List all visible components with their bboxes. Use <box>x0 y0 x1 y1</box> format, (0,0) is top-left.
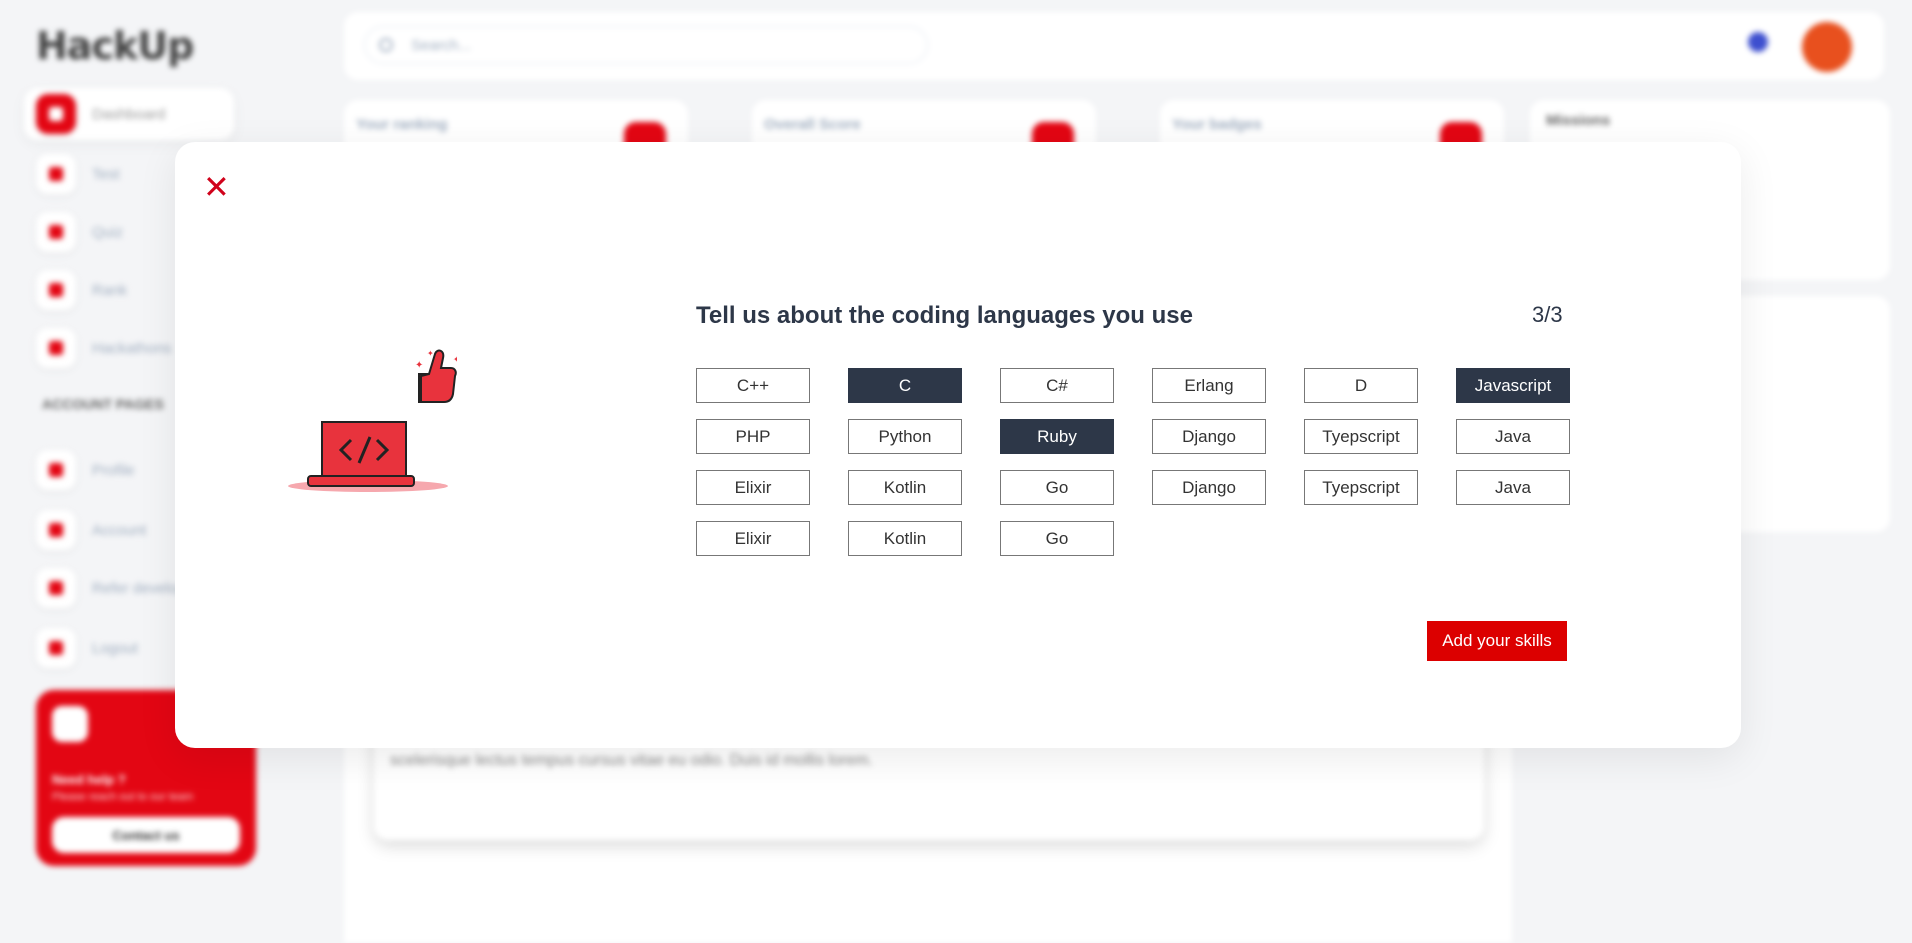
help-title: Need help ? <box>52 772 126 787</box>
language-option[interactable]: Kotlin <box>848 470 962 505</box>
notification-icon[interactable] <box>1748 32 1768 52</box>
svg-text:✦: ✦ <box>453 355 457 364</box>
sidebar-item-label: Profile <box>92 461 135 479</box>
language-option[interactable]: C <box>848 368 962 403</box>
svg-text:✦: ✦ <box>427 349 434 358</box>
user-icon <box>36 450 76 490</box>
language-option[interactable]: Python <box>848 419 962 454</box>
step-indicator: 3/3 <box>1532 302 1563 327</box>
sidebar-item-label: Hackathons <box>92 339 172 357</box>
app-logo: HackUp <box>36 24 194 68</box>
home-icon <box>36 94 76 134</box>
help-subtitle: Please reach out to our team <box>52 791 194 803</box>
language-option[interactable]: Go <box>1000 521 1114 556</box>
language-option[interactable]: D <box>1304 368 1418 403</box>
top-bar: Search... <box>344 12 1884 80</box>
missions-title: Missions <box>1546 112 1611 129</box>
language-option[interactable]: Javascript <box>1456 368 1570 403</box>
language-option[interactable]: Elixir <box>696 470 810 505</box>
sidebar-item-label: Account <box>92 521 147 539</box>
language-option[interactable]: Tyepscript <box>1304 470 1418 505</box>
close-icon[interactable]: ✕ <box>203 171 233 203</box>
search-icon <box>379 38 393 52</box>
language-option[interactable]: Elixir <box>696 521 810 556</box>
add-your-skills-button[interactable]: Add your skills <box>1427 621 1567 661</box>
document-icon <box>36 510 76 550</box>
laptop-code-thumbs-up-illustration: ✦ ✦ ✦ <box>288 349 457 492</box>
modal-title: Tell us about the coding languages you u… <box>696 302 1193 329</box>
user-plus-icon <box>36 568 76 608</box>
puzzle-icon <box>36 212 76 252</box>
sidebar-item-label: Rank <box>92 281 128 299</box>
language-option[interactable]: C# <box>1000 368 1114 403</box>
search-placeholder: Search... <box>411 36 472 54</box>
language-option[interactable]: Django <box>1152 470 1266 505</box>
language-option[interactable]: PHP <box>696 419 810 454</box>
laptop-icon <box>36 328 76 368</box>
help-icon <box>52 706 88 742</box>
language-grid: C++ C C# Erlang D Javascript PHP Python Ruby Djan… <box>696 368 1570 556</box>
svg-text:✦: ✦ <box>415 360 423 371</box>
language-option[interactable]: Erlang <box>1152 368 1266 403</box>
languages-modal: ✕ ✦ ✦ ✦ Tell us about the coding languag… <box>175 142 1741 748</box>
avatar[interactable] <box>1802 22 1852 72</box>
language-option[interactable]: Ruby <box>1000 419 1114 454</box>
sidebar-item-dashboard[interactable]: Dashboard <box>24 88 234 140</box>
sidebar-section-title: ACCOUNT PAGES <box>42 396 164 412</box>
language-option[interactable]: Tyepscript <box>1304 419 1418 454</box>
sidebar-item-label: Quiz <box>92 223 123 241</box>
content-text: scelerisque lectus tempus cursus vitae e… <box>390 752 873 769</box>
sidebar-item-label: Test <box>92 165 120 183</box>
file-icon <box>36 154 76 194</box>
language-option[interactable]: C++ <box>696 368 810 403</box>
language-option[interactable]: Java <box>1456 419 1570 454</box>
sidebar-item-label: Dashboard <box>92 105 166 123</box>
search-input[interactable]: Search... <box>364 26 928 64</box>
language-option[interactable]: Django <box>1152 419 1266 454</box>
contact-us-button[interactable]: Contact us <box>52 817 240 853</box>
logout-icon <box>36 628 76 668</box>
language-option[interactable]: Go <box>1000 470 1114 505</box>
sidebar-item-label: Logout <box>92 639 138 657</box>
chart-icon <box>36 270 76 310</box>
language-option[interactable]: Java <box>1456 470 1570 505</box>
language-option[interactable]: Kotlin <box>848 521 962 556</box>
